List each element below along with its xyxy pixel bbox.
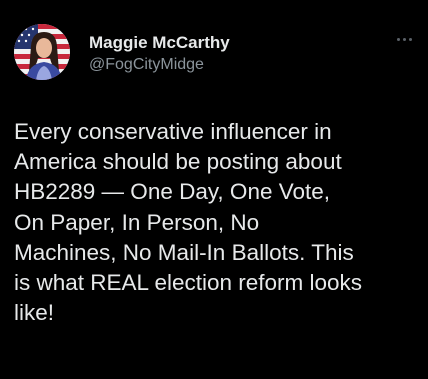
tweet-text-line: America should be posting about (14, 149, 342, 175)
more-dot (397, 37, 400, 41)
tweet-text: Every conservative influencer in America… (14, 117, 414, 328)
tweet-text-line: is what REAL election reform looks (14, 270, 363, 296)
more-horizontal-icon[interactable] (397, 36, 417, 42)
tweet-text-line: On Paper, In Person, No (14, 209, 260, 235)
tweet-text-line: like! (14, 300, 55, 326)
avatar-image (14, 24, 70, 80)
tweet-card: Maggie McCarthy @FogCityMidge Every cons… (0, 0, 428, 379)
tweet-text-line: HB2289 — One Day, One Vote, (14, 179, 331, 205)
user-handle[interactable]: @FogCityMidge (89, 56, 204, 74)
display-name[interactable]: Maggie McCarthy (89, 33, 230, 53)
tweet-text-line: Machines, No Mail-In Ballots. This (14, 239, 354, 265)
tweet-text-line: Every conservative influencer in (14, 119, 332, 144)
more-dot (403, 37, 406, 41)
avatar[interactable] (14, 24, 70, 80)
more-dot (409, 37, 412, 41)
